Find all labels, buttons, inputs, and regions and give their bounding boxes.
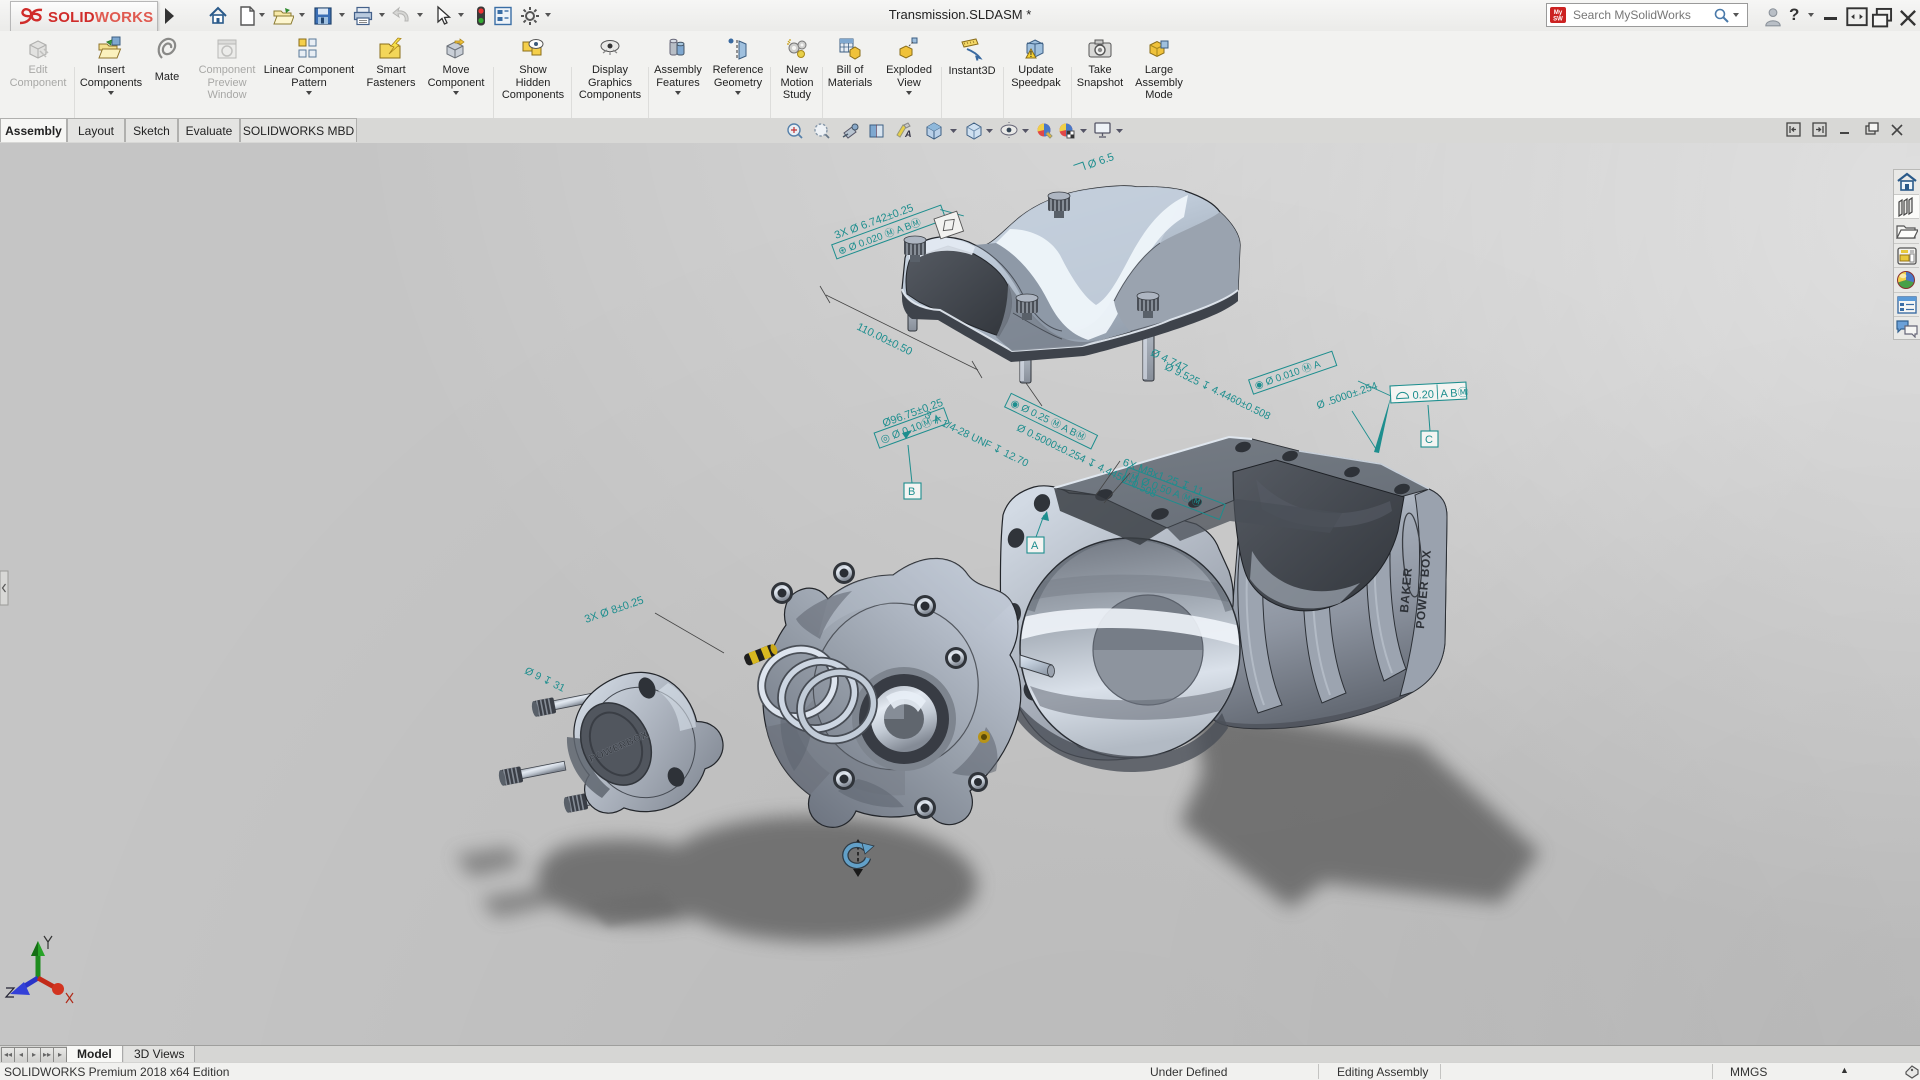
svg-text:0.20: 0.20 xyxy=(1412,389,1434,402)
svg-text:My: My xyxy=(1554,10,1563,16)
svg-text:A: A xyxy=(904,129,912,139)
svg-text:SW: SW xyxy=(1553,17,1563,23)
svg-text:B: B xyxy=(908,486,915,498)
svg-text:!: ! xyxy=(1030,50,1033,59)
svg-text:A BⓂ: A BⓂ xyxy=(1440,386,1469,400)
svg-text:C: C xyxy=(1425,434,1433,446)
svg-text:A: A xyxy=(1031,540,1039,552)
